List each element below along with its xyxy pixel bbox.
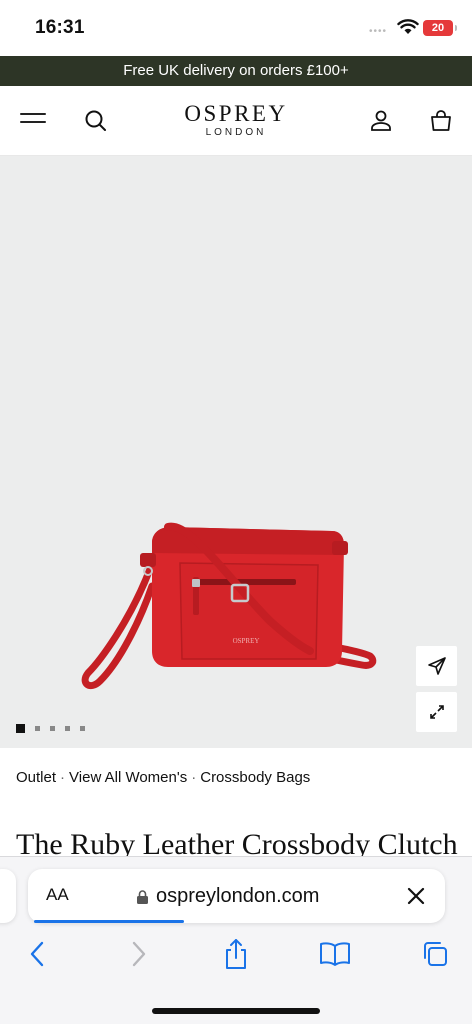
page-load-progress (34, 920, 184, 923)
pager-dot[interactable] (16, 724, 25, 733)
forward-button[interactable] (122, 937, 156, 971)
address-bar[interactable]: AA ospreylondon.com (28, 869, 445, 923)
account-icon[interactable] (368, 108, 394, 134)
cellular-signal-icon: •••• (369, 26, 388, 37)
battery-icon: 20 (423, 20, 457, 36)
breadcrumb-item-crossbody[interactable]: Crossbody Bags (200, 769, 310, 786)
url-text: ospreylondon.com (156, 885, 320, 907)
logo-sub-text: LONDON (205, 127, 267, 138)
browser-toolbar: AA ospreylondon.com (0, 856, 472, 1024)
home-indicator[interactable] (152, 1008, 320, 1014)
status-time: 16:31 (35, 17, 85, 38)
chevron-left-icon (30, 941, 44, 967)
wifi-icon (397, 19, 419, 34)
promo-banner[interactable]: Free UK delivery on orders £100+ (0, 56, 472, 86)
close-icon[interactable] (405, 885, 427, 907)
chevron-right-icon (132, 941, 146, 967)
shopping-bag-icon[interactable] (428, 108, 454, 134)
reader-mode-button[interactable]: AA (46, 885, 69, 905)
pager-dot[interactable] (65, 726, 70, 731)
logo-main-text: OSPREY (184, 101, 288, 126)
tabs-icon (424, 942, 447, 966)
breadcrumb-separator: · (60, 769, 66, 786)
book-icon (320, 942, 350, 966)
status-bar: 16:31 •••• 20 (0, 0, 472, 56)
gallery-pager (16, 724, 85, 733)
breadcrumb-item-outlet[interactable]: Outlet (16, 769, 56, 786)
share-button[interactable] (219, 937, 253, 971)
pager-dot[interactable] (50, 726, 55, 731)
browser-nav-bar (0, 937, 472, 977)
breadcrumb-separator: · (191, 769, 197, 786)
expand-image-button[interactable] (416, 692, 457, 732)
send-icon (427, 657, 446, 675)
lock-icon (137, 889, 148, 904)
bag-logo-text: OSPREY (233, 637, 260, 645)
expand-icon (429, 705, 444, 719)
previous-tab-preview[interactable] (0, 869, 16, 923)
product-image[interactable]: OSPREY (70, 321, 390, 701)
pager-dot[interactable] (80, 726, 85, 731)
pager-dot[interactable] (35, 726, 40, 731)
bookmarks-button[interactable] (318, 937, 352, 971)
site-logo[interactable]: OSPREY LONDON (0, 101, 472, 139)
product-gallery[interactable]: OSPREY (0, 156, 472, 748)
back-button[interactable] (20, 937, 54, 971)
share-icon (226, 939, 246, 969)
url-display[interactable]: ospreylondon.com (136, 885, 319, 908)
tabs-button[interactable] (418, 937, 452, 971)
share-product-button[interactable] (416, 646, 457, 686)
breadcrumb: Outlet · View All Women's · Crossbody Bags (16, 769, 310, 786)
breadcrumb-item-womens[interactable]: View All Women's (69, 769, 187, 786)
site-header: OSPREY LONDON (0, 86, 472, 156)
